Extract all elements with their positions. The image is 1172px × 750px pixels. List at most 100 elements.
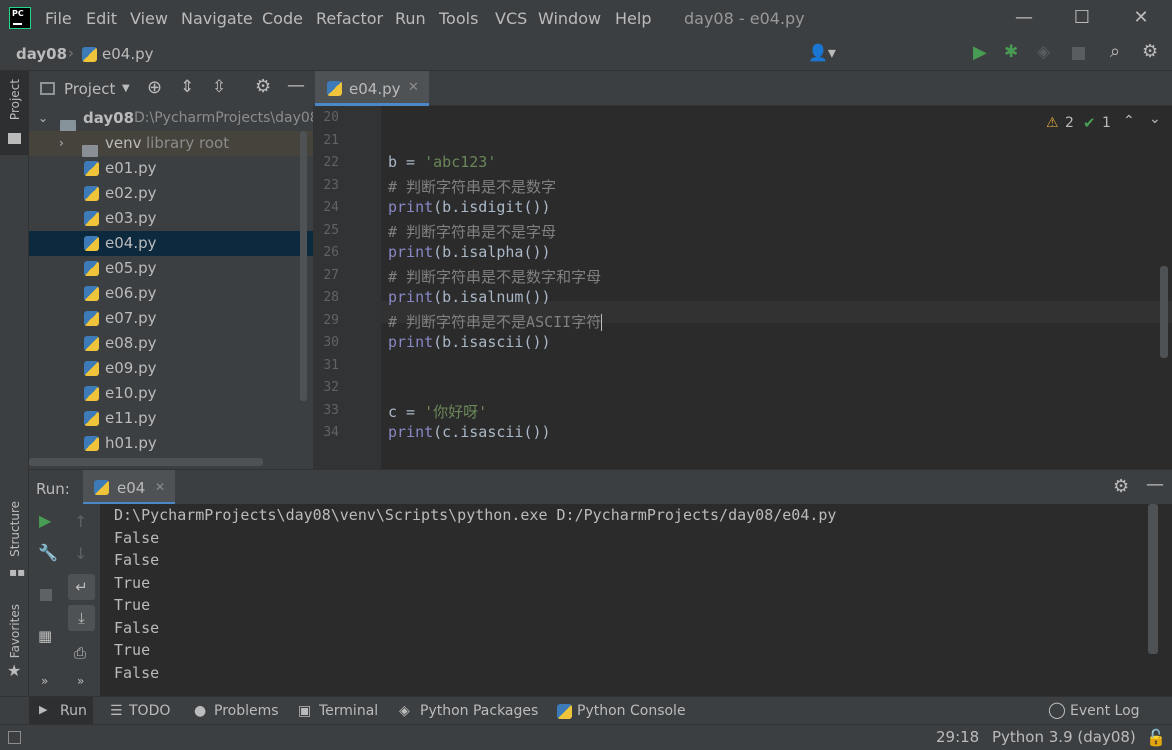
- tool-tab-python-packages[interactable]: Python Packages: [420, 703, 538, 719]
- menu-tools[interactable]: Tools: [439, 9, 478, 28]
- breadcrumb-project[interactable]: day08: [16, 45, 67, 63]
- coverage-icon[interactable]: ◈: [1037, 42, 1050, 62]
- code-line[interactable]: print(c.isascii()): [388, 423, 551, 441]
- python-interpreter[interactable]: Python 3.9 (day08): [992, 728, 1136, 746]
- menu-navigate[interactable]: Navigate: [181, 9, 253, 28]
- code-line[interactable]: print(b.isalnum()): [388, 288, 551, 306]
- menu-window[interactable]: Window: [538, 9, 601, 28]
- tree-item-file[interactable]: h01.py: [29, 431, 313, 456]
- code-line[interactable]: print(b.isdigit()): [388, 198, 551, 216]
- code-line[interactable]: # 判断字符串是不是数字: [388, 176, 556, 197]
- gear-icon[interactable]: ⚙: [1142, 41, 1158, 62]
- close-tab-icon[interactable]: ✕: [408, 80, 419, 95]
- menu-file[interactable]: File: [45, 9, 72, 28]
- tree-item-file[interactable]: e06.py: [29, 281, 313, 306]
- minimize-icon[interactable]: —: [1012, 6, 1036, 30]
- maximize-icon[interactable]: ☐: [1070, 6, 1094, 30]
- structure-tool-tab[interactable]: Structure: [8, 501, 22, 557]
- hide-panel-icon[interactable]: —: [1146, 474, 1164, 495]
- favorites-tool-tab[interactable]: Favorites: [8, 604, 22, 658]
- chevron-right-icon[interactable]: ›: [59, 131, 64, 156]
- tree-item-file[interactable]: e07.py: [29, 306, 313, 331]
- collapse-all-icon[interactable]: ⇳: [212, 77, 226, 97]
- menu-help[interactable]: Help: [615, 9, 651, 28]
- project-tool-tab[interactable]: Project: [8, 79, 22, 120]
- tree-item-file[interactable]: e09.py: [29, 356, 313, 381]
- code-line[interactable]: b = 'abc123': [388, 153, 496, 171]
- layout-icon[interactable]: ▦: [38, 627, 52, 645]
- rerun-icon[interactable]: ▶: [39, 511, 51, 530]
- gear-icon[interactable]: ⚙: [1113, 476, 1129, 497]
- stop-icon[interactable]: [1072, 47, 1085, 60]
- tab-e04-py[interactable]: e04.py ✕: [315, 71, 429, 106]
- tree-item-file[interactable]: e04.py: [29, 231, 313, 256]
- hide-panel-icon[interactable]: —: [287, 75, 305, 96]
- expand-all-icon[interactable]: ⇕: [180, 77, 194, 97]
- run-icon[interactable]: ▶: [973, 42, 987, 63]
- caret-position[interactable]: 29:18: [936, 728, 979, 746]
- tool-tab-python-console[interactable]: Python Console: [577, 703, 686, 719]
- tree-item-file[interactable]: e08.py: [29, 331, 313, 356]
- debug-icon[interactable]: ✱: [1004, 42, 1018, 62]
- locate-icon[interactable]: ⊕: [147, 77, 162, 98]
- tree-item-venv[interactable]: › venv library root: [29, 131, 313, 157]
- tree-item-file[interactable]: e11.py: [29, 406, 313, 431]
- search-icon[interactable]: ⌕: [1110, 41, 1120, 62]
- scroll-to-end-icon[interactable]: ⤓: [68, 605, 95, 631]
- tool-tab-run[interactable]: Run: [60, 703, 87, 719]
- chevron-down-icon[interactable]: ⌄: [38, 106, 48, 131]
- menu-vcs[interactable]: VCS: [495, 9, 527, 28]
- more-icon[interactable]: »: [41, 674, 48, 688]
- code-line[interactable]: print(b.isascii()): [388, 333, 551, 351]
- vertical-scrollbar[interactable]: [300, 131, 307, 401]
- tool-tab-problems[interactable]: Problems: [214, 703, 279, 719]
- close-tab-icon[interactable]: ✕: [155, 480, 165, 494]
- code-line[interactable]: c = '你好呀': [388, 401, 487, 422]
- run-console-output[interactable]: D:\PycharmProjects\day08\venv\Scripts\py…: [100, 504, 1160, 696]
- wrench-icon[interactable]: 🔧: [38, 543, 58, 562]
- close-icon[interactable]: ✕: [1129, 6, 1153, 30]
- toggle-tool-windows-icon[interactable]: [8, 731, 21, 744]
- soft-wrap-icon[interactable]: ↵: [68, 574, 95, 600]
- chevron-down-icon[interactable]: ▼: [122, 83, 130, 94]
- warning-count[interactable]: 2: [1065, 115, 1074, 131]
- tree-item-file[interactable]: e05.py: [29, 256, 313, 281]
- menu-edit[interactable]: Edit: [86, 9, 117, 28]
- breadcrumb-file[interactable]: e04.py: [102, 45, 153, 63]
- menu-view[interactable]: View: [130, 9, 168, 28]
- code-line[interactable]: print(b.isalpha()): [388, 243, 551, 261]
- user-icon[interactable]: 👤▾: [808, 43, 836, 62]
- print-icon[interactable]: ⎙: [74, 644, 86, 662]
- code-line[interactable]: # 判断字符串是不是数字和字母: [388, 266, 601, 287]
- window-title: day08 - e04.py: [684, 9, 805, 28]
- more-icon[interactable]: »: [77, 674, 84, 688]
- chevron-up-icon[interactable]: ⌃: [1123, 113, 1135, 129]
- code-line[interactable]: # 判断字符串是不是ASCII字符: [388, 311, 603, 332]
- scroll-down-icon[interactable]: ↓: [74, 544, 87, 563]
- menu-run[interactable]: Run: [395, 9, 426, 28]
- tool-tab-terminal[interactable]: Terminal: [319, 703, 378, 719]
- tree-item-file[interactable]: e10.py: [29, 381, 313, 406]
- code-line[interactable]: # 判断字符串是不是字母: [388, 221, 556, 242]
- editor-scrollbar[interactable]: [1160, 266, 1168, 358]
- warning-icon[interactable]: ⚠: [1046, 115, 1059, 131]
- stop-icon[interactable]: [40, 589, 52, 601]
- tree-item-file[interactable]: e01.py: [29, 156, 313, 181]
- lock-icon[interactable]: 🔓: [1146, 728, 1166, 747]
- horizontal-scrollbar[interactable]: [29, 458, 263, 466]
- check-icon[interactable]: ✔: [1083, 114, 1096, 132]
- tree-item-file[interactable]: e02.py: [29, 181, 313, 206]
- tool-tab-event-log[interactable]: Event Log: [1070, 703, 1140, 719]
- tree-item-file[interactable]: e03.py: [29, 206, 313, 231]
- menu-refactor[interactable]: Refactor: [316, 9, 383, 28]
- scroll-up-icon[interactable]: ↑: [74, 512, 87, 531]
- project-view-selector[interactable]: Project: [64, 80, 115, 98]
- tool-tab-todo[interactable]: TODO: [129, 703, 170, 719]
- check-count[interactable]: 1: [1102, 115, 1111, 131]
- menu-code[interactable]: Code: [262, 9, 303, 28]
- chevron-down-icon[interactable]: ⌄: [1149, 111, 1161, 127]
- gear-icon[interactable]: ⚙: [255, 76, 271, 97]
- tree-root[interactable]: ⌄ day08 D:\PycharmProjects\day08: [29, 106, 313, 132]
- run-tab-e04[interactable]: e04 ✕: [83, 470, 175, 505]
- console-scrollbar[interactable]: [1148, 504, 1158, 654]
